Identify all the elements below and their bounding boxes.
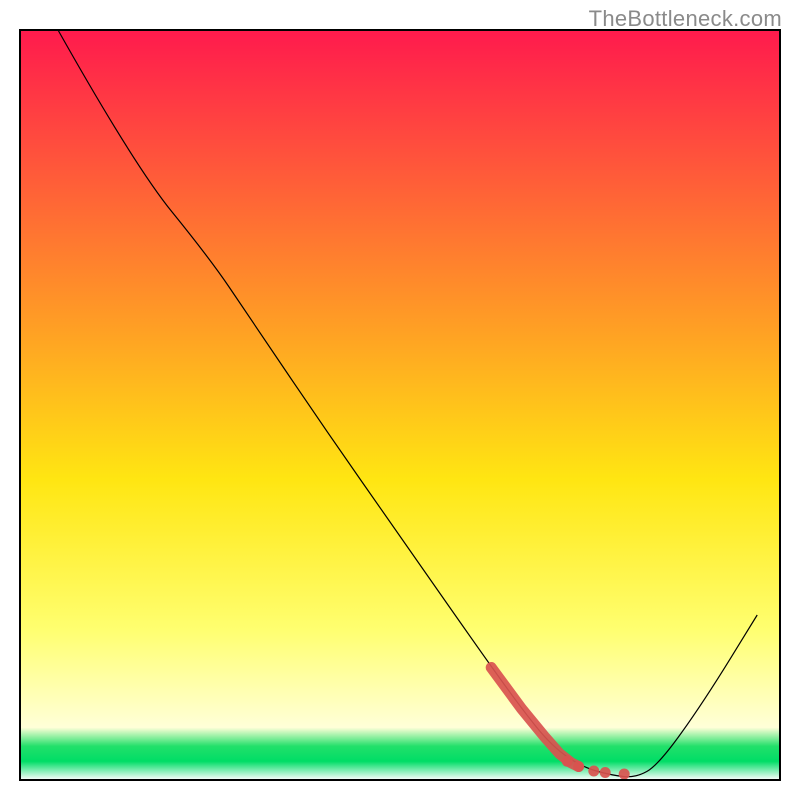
- chart-svg: [0, 0, 800, 800]
- chart-container: TheBottleneck.com: [0, 0, 800, 800]
- highlight-dot: [562, 756, 573, 767]
- highlight-dot: [619, 769, 630, 780]
- watermark-text: TheBottleneck.com: [589, 6, 782, 32]
- highlight-dot: [588, 766, 599, 777]
- highlight-dot: [573, 761, 584, 772]
- plot-background: [20, 30, 780, 780]
- highlight-dot: [600, 767, 611, 778]
